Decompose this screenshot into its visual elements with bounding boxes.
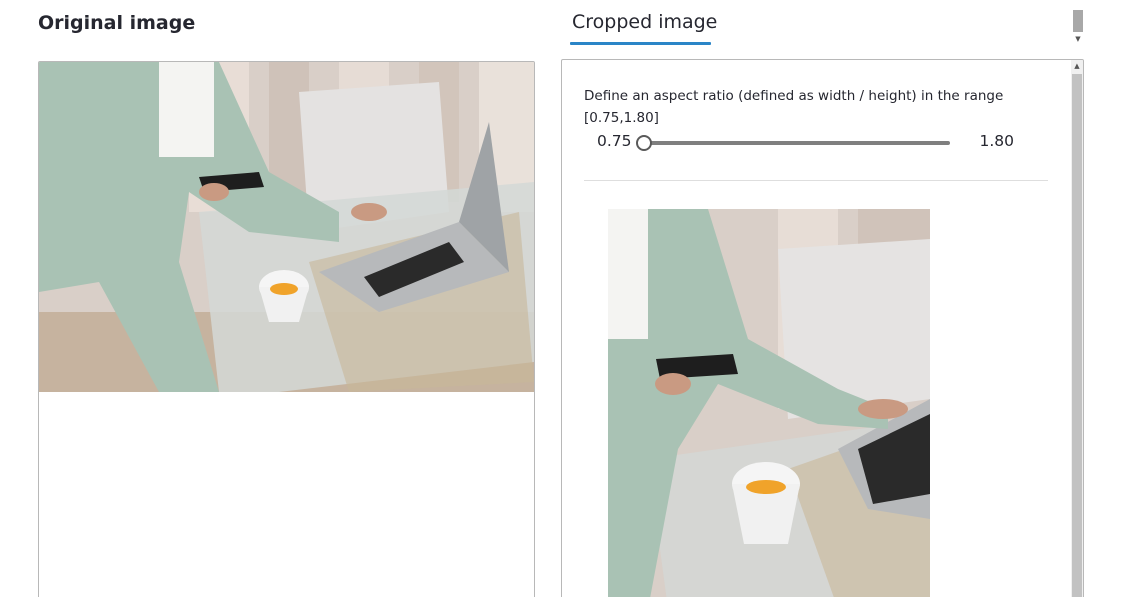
slider-thumb[interactable] (636, 135, 652, 151)
slider-max-label: 1.80 (979, 132, 1014, 150)
page-scrollbar[interactable]: ▼ (1072, 10, 1084, 46)
cropped-image (608, 209, 930, 597)
divider (584, 180, 1048, 181)
scroll-down-arrow-icon[interactable]: ▼ (1073, 34, 1083, 44)
aspect-ratio-description: Define an aspect ratio (defined as width… (584, 88, 1004, 126)
slider-min-label: 0.75 (597, 132, 632, 150)
original-image-panel (38, 61, 535, 597)
panel-scrollbar[interactable]: ▲ (1071, 60, 1083, 597)
aspect-ratio-slider[interactable]: 0.75 1.80 (584, 132, 1024, 156)
panel-scrollbar-thumb[interactable] (1072, 74, 1082, 597)
scroll-up-arrow-icon[interactable]: ▲ (1071, 60, 1083, 72)
page-scrollbar-thumb[interactable] (1073, 10, 1083, 32)
tab-cropped-image[interactable]: Cropped image (572, 11, 717, 33)
original-image (39, 62, 534, 392)
original-image-title: Original image (38, 12, 196, 34)
slider-track[interactable] (644, 141, 950, 145)
tab-active-indicator (570, 42, 711, 45)
cropped-image-panel: Define an aspect ratio (defined as width… (561, 59, 1084, 597)
